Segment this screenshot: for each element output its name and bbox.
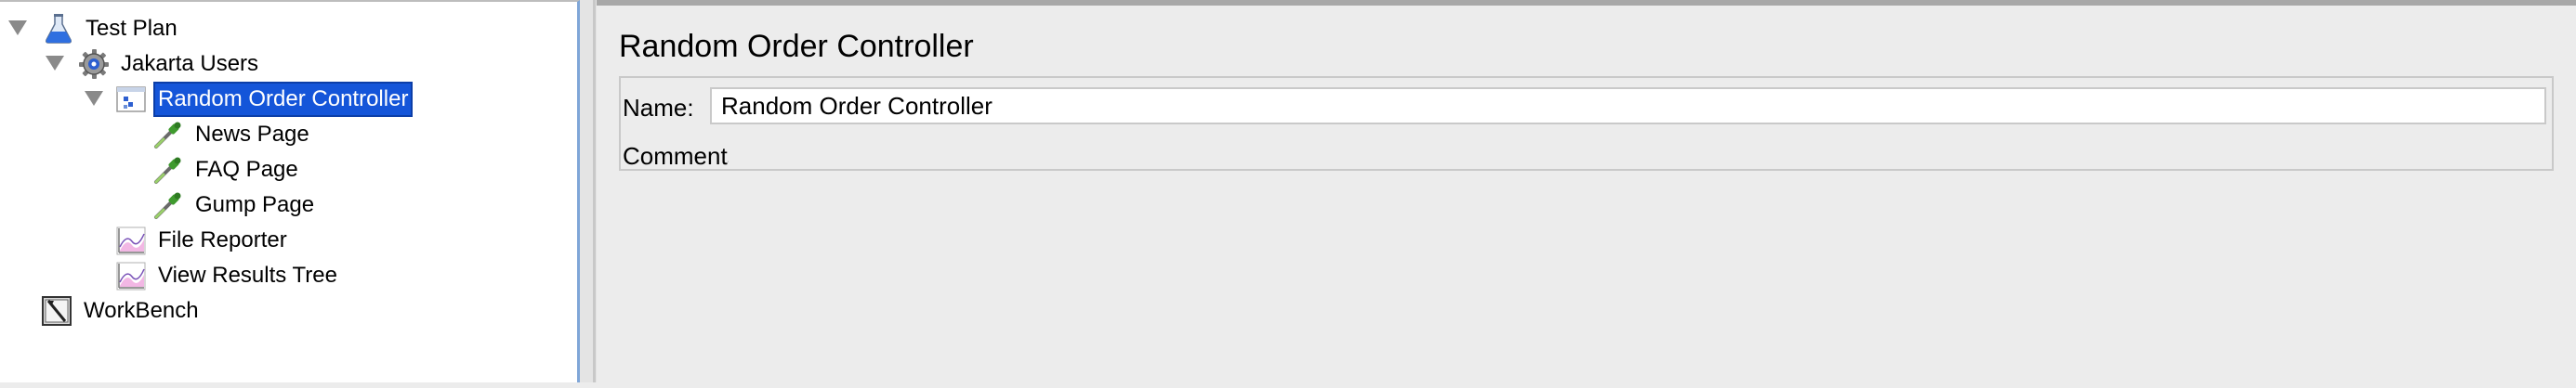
tree-node-test-plan[interactable]: Test Plan [43, 12, 181, 45]
tree-node-label: Gump Page [195, 192, 315, 217]
gear-icon [79, 49, 109, 79]
tree-node-label: View Results Tree [158, 263, 337, 288]
collapse-triangle-icon[interactable] [45, 55, 65, 71]
collapse-triangle-icon[interactable] [7, 19, 28, 36]
tree-node-news-page[interactable]: News Page [152, 118, 313, 151]
tree-node-label: Jakarta Users [121, 51, 259, 76]
test-plan-tree[interactable]: Test Plan Jakarta Users Random Order Con [0, 0, 580, 382]
tree-node-label: Random Order Controller [152, 82, 414, 117]
name-label: Name: [623, 94, 694, 122]
name-input[interactable] [710, 87, 2546, 124]
tree-node-random-order-controller[interactable]: Random Order Controller [115, 82, 414, 117]
tree-node-faq-page[interactable]: FAQ Page [152, 153, 302, 187]
comments-label: Comments: [623, 142, 746, 170]
workbench-icon [42, 296, 72, 326]
pipette-icon [154, 157, 181, 184]
tree-node-label: WorkBench [84, 298, 199, 323]
pipette-icon [154, 192, 181, 219]
chart-icon [116, 262, 146, 291]
tree-node-jakarta-users[interactable]: Jakarta Users [78, 47, 262, 81]
pipette-icon [154, 122, 181, 149]
panel-title: Random Order Controller [619, 29, 974, 64]
split-pane-edge [593, 0, 596, 382]
chart-icon [116, 226, 146, 255]
flask-icon [46, 14, 72, 44]
tree-node-label: File Reporter [158, 227, 287, 252]
controller-icon [116, 86, 146, 112]
collapse-triangle-icon[interactable] [84, 90, 104, 107]
tree-node-file-reporter[interactable]: File Reporter [115, 224, 291, 257]
tree-node-gump-page[interactable]: Gump Page [152, 188, 318, 222]
tree-node-label: News Page [195, 122, 309, 147]
tree-node-workbench[interactable]: WorkBench [41, 294, 203, 328]
controller-settings-panel: Random Order Controller Name: Comments: [597, 0, 2576, 388]
tree-node-label: FAQ Page [195, 157, 298, 182]
tree-node-label: Test Plan [85, 16, 177, 41]
comments-input[interactable] [729, 136, 2550, 169]
tree-node-view-results-tree[interactable]: View Results Tree [115, 259, 341, 292]
